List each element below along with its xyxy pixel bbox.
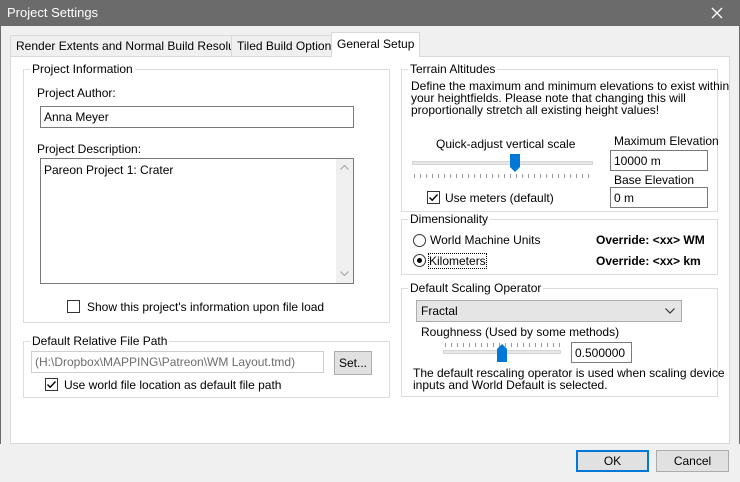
tab-tiled-build[interactable]: Tiled Build Options	[231, 35, 344, 56]
max-elevation-value: 10000 m	[614, 154, 661, 168]
file-path-group: Default Relative File Path (H:\Dropbox\M…	[23, 334, 390, 398]
description-label: Project Description:	[37, 142, 142, 156]
dimensionality-group: Dimensionality World Machine Units Overr…	[401, 212, 718, 275]
quick-adjust-label: Quick-adjust vertical scale	[436, 137, 576, 151]
roughness-value: 0.500000	[575, 346, 626, 360]
title-bar: Project Settings	[0, 0, 740, 26]
group-label: Dimensionality	[408, 212, 491, 226]
quick-adjust-track[interactable]	[412, 161, 593, 165]
close-button[interactable]	[694, 0, 740, 26]
group-label: Default Relative File Path	[30, 334, 170, 348]
set-path-label: Set...	[338, 356, 367, 370]
close-icon	[711, 7, 723, 19]
description-value: Pareon Project 1: Crater	[44, 163, 174, 177]
group-label: Default Scaling Operator	[408, 281, 544, 295]
author-label: Project Author:	[37, 86, 116, 100]
group-label: Project Information	[30, 62, 135, 76]
world-location-label: Use world file location as default file …	[64, 378, 282, 392]
scaling-operator-group: Default Scaling Operator Fractal Roughne…	[401, 281, 725, 397]
base-elevation-field[interactable]: 0 m	[610, 187, 708, 208]
chevron-down-icon	[665, 308, 675, 314]
tab-render-extents[interactable]: Render Extents and Normal Build Resoluti…	[10, 35, 261, 56]
base-elevation-value: 0 m	[614, 191, 635, 205]
terrain-altitudes-group: Terrain Altitudes Define the maximum and…	[401, 62, 729, 212]
cancel-label: Cancel	[673, 454, 712, 468]
tab-label: Render Extents and Normal Build Resoluti…	[16, 39, 255, 53]
use-meters-label: Use meters (default)	[445, 191, 554, 205]
show-info-checkbox[interactable]	[67, 300, 80, 313]
ok-button[interactable]: OK	[576, 450, 649, 472]
terrain-desc-line-3: proportionally stretch all existing heig…	[411, 103, 660, 117]
tab-label: Tiled Build Options	[237, 39, 338, 53]
roughness-field[interactable]: 0.500000	[571, 342, 632, 363]
project-information-group: Project Information Project Author: Anna…	[23, 62, 390, 323]
scaling-note-line-2: inputs and World Default is selected.	[413, 378, 608, 392]
override-km-label: Override: <xx> km	[596, 254, 701, 268]
scaling-operator-select[interactable]: Fractal	[416, 300, 682, 322]
file-path-field: (H:\Dropbox\MAPPING\Patreon\WM Layout.tm…	[31, 351, 324, 373]
kilometers-label: Kilometers	[428, 253, 487, 269]
show-info-label: Show this project's information upon fil…	[87, 300, 325, 314]
base-elevation-label: Base Elevation	[614, 173, 695, 187]
roughness-label: Roughness (Used by some methods)	[421, 325, 620, 339]
description-field[interactable]: Pareon Project 1: Crater	[40, 158, 354, 284]
quick-adjust-ticks	[414, 174, 589, 178]
scaling-operator-value: Fractal	[421, 304, 458, 318]
group-label: Terrain Altitudes	[408, 62, 498, 76]
window-title: Project Settings	[7, 5, 99, 20]
cancel-button[interactable]: Cancel	[656, 450, 729, 472]
max-elevation-field[interactable]: 10000 m	[610, 150, 708, 171]
roughness-slider-thumb[interactable]	[497, 344, 507, 362]
set-path-button[interactable]: Set...	[334, 351, 372, 375]
world-machine-units-label: World Machine Units	[430, 233, 541, 247]
radio-kilometers[interactable]	[413, 254, 426, 267]
scroll-up-icon[interactable]	[340, 165, 349, 170]
world-location-checkbox[interactable]	[45, 378, 58, 391]
author-field[interactable]: Anna Meyer	[40, 106, 354, 128]
tab-label: General Setup	[337, 37, 415, 51]
use-meters-checkbox[interactable]	[427, 191, 440, 204]
radio-selected-dot	[417, 258, 422, 263]
tab-general-setup[interactable]: General Setup	[331, 32, 421, 57]
max-elevation-label: Maximum Elevation	[614, 134, 719, 148]
radio-world-machine-units[interactable]	[413, 234, 426, 247]
tab-page-general-setup: Project Information Project Author: Anna…	[10, 56, 730, 444]
button-bar: OK Cancel	[0, 444, 740, 482]
file-path-value: (H:\Dropbox\MAPPING\Patreon\WM Layout.tm…	[35, 355, 296, 369]
author-value: Anna Meyer	[44, 110, 109, 124]
description-scrollbar[interactable]	[336, 159, 353, 283]
quick-adjust-slider-thumb[interactable]	[510, 154, 521, 172]
checkmark-icon	[429, 194, 439, 202]
scroll-down-icon[interactable]	[340, 271, 349, 276]
checkmark-icon	[47, 381, 57, 389]
override-wm-label: Override: <xx> WM	[596, 233, 705, 247]
ok-label: OK	[603, 454, 622, 468]
